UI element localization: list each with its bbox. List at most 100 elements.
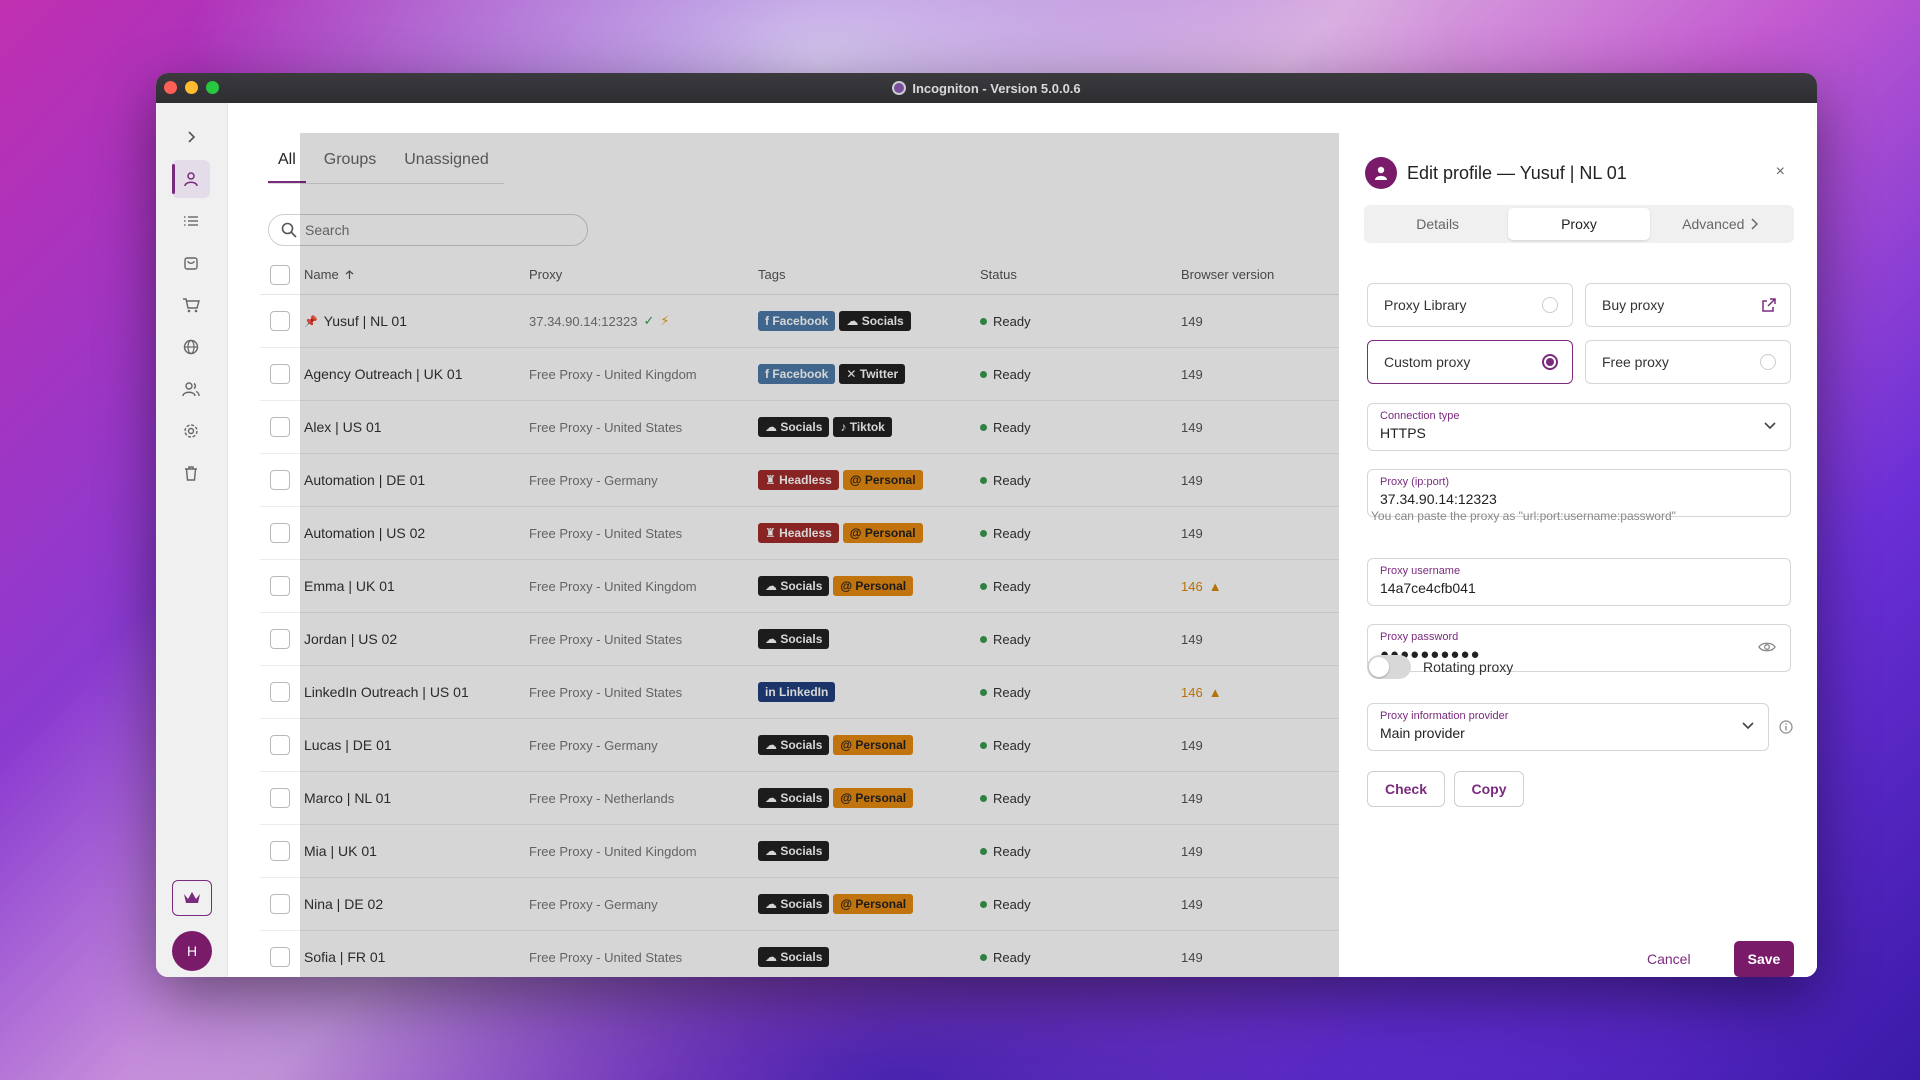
profile-proxy: Free Proxy - Germany bbox=[529, 737, 658, 753]
option-custom-proxy[interactable]: Custom proxy bbox=[1367, 340, 1573, 384]
row-checkbox[interactable] bbox=[270, 364, 290, 384]
search-input[interactable] bbox=[305, 222, 565, 238]
copy-button[interactable]: Copy bbox=[1454, 771, 1524, 807]
table-row[interactable]: Sofia | FR 01 Free Proxy - United States… bbox=[260, 931, 1360, 977]
warning-icon: ▲ bbox=[1208, 684, 1222, 700]
close-icon[interactable]: × bbox=[1776, 163, 1785, 181]
save-button[interactable]: Save bbox=[1734, 941, 1794, 977]
tag-badge: ♜ Headless bbox=[758, 523, 839, 543]
status-dot bbox=[980, 582, 987, 590]
table-row[interactable]: Emma | UK 01 Free Proxy - United Kingdom… bbox=[260, 560, 1360, 613]
tag-badge: ☁ Socials bbox=[758, 735, 830, 755]
row-checkbox[interactable] bbox=[270, 894, 290, 914]
profile-tags: ☁ Socials @ Personal bbox=[758, 788, 980, 808]
option-proxy-library[interactable]: Proxy Library bbox=[1367, 283, 1573, 327]
eye-icon[interactable] bbox=[1758, 641, 1776, 653]
browser-version: 149 bbox=[1181, 419, 1203, 435]
tag-label: Socials bbox=[780, 420, 823, 434]
tab-all[interactable]: All bbox=[268, 143, 306, 183]
users-icon[interactable] bbox=[172, 370, 210, 408]
table-row[interactable]: Lucas | DE 01 Free Proxy - Germany ☁ Soc… bbox=[260, 719, 1360, 772]
proxy-provider-select[interactable]: Proxy information provider Main provider bbox=[1367, 703, 1769, 751]
arrow-up-icon bbox=[345, 269, 354, 279]
title-bar: Incogniton - Version 5.0.0.6 bbox=[156, 73, 1817, 103]
tag-badge: f Facebook bbox=[758, 364, 836, 384]
tab-proxy[interactable]: Proxy bbox=[1508, 208, 1650, 240]
cart-icon[interactable] bbox=[172, 286, 210, 324]
app-logo-icon bbox=[892, 81, 907, 95]
bag-icon[interactable] bbox=[172, 244, 210, 282]
list-icon[interactable] bbox=[172, 202, 210, 240]
table-row[interactable]: Marco | NL 01 Free Proxy - Netherlands ☁… bbox=[260, 772, 1360, 825]
tag-label: Facebook bbox=[772, 367, 829, 381]
status-dot bbox=[980, 317, 987, 325]
tag-label: Personal bbox=[864, 526, 916, 540]
user-icon[interactable] bbox=[172, 160, 210, 198]
tab-groups[interactable]: Groups bbox=[314, 143, 386, 183]
connection-type-select[interactable]: Connection type HTTPS bbox=[1367, 403, 1791, 451]
row-checkbox[interactable] bbox=[270, 523, 290, 543]
tag-label: Socials bbox=[780, 897, 823, 911]
row-checkbox[interactable] bbox=[270, 735, 290, 755]
tag-icon: ☁ bbox=[765, 897, 781, 911]
column-name[interactable]: Name bbox=[304, 267, 529, 282]
table-row[interactable]: Nina | DE 02 Free Proxy - Germany ☁ Soci… bbox=[260, 878, 1360, 931]
user-icon bbox=[1375, 166, 1387, 180]
option-free-proxy[interactable]: Free proxy bbox=[1585, 340, 1791, 384]
rotating-proxy-toggle[interactable] bbox=[1367, 655, 1411, 679]
table-row[interactable]: Mia | UK 01 Free Proxy - United Kingdom … bbox=[260, 825, 1360, 878]
row-checkbox[interactable] bbox=[270, 682, 290, 702]
table-row[interactable]: LinkedIn Outreach | US 01 Free Proxy - U… bbox=[260, 666, 1360, 719]
radio-custom-proxy[interactable] bbox=[1542, 354, 1558, 370]
window-title: Incogniton - Version 5.0.0.6 bbox=[912, 80, 1081, 96]
row-checkbox[interactable] bbox=[270, 470, 290, 490]
close-window-button[interactable] bbox=[164, 81, 177, 94]
option-buy-proxy[interactable]: Buy proxy bbox=[1585, 283, 1791, 327]
table-row[interactable]: Agency Outreach | UK 01 Free Proxy - Uni… bbox=[260, 348, 1360, 401]
crown-upgrade-button[interactable] bbox=[172, 880, 212, 916]
column-tags[interactable]: Tags bbox=[758, 267, 980, 282]
cancel-button[interactable]: Cancel bbox=[1647, 951, 1691, 967]
tag-label: Socials bbox=[780, 950, 823, 964]
tab-details[interactable]: Details bbox=[1367, 208, 1508, 240]
radio-free-proxy[interactable] bbox=[1760, 354, 1776, 370]
proxy-ip-port-input[interactable] bbox=[1380, 491, 1720, 507]
zoom-window-button[interactable] bbox=[206, 81, 219, 94]
table-row[interactable]: Jordan | US 02 Free Proxy - United State… bbox=[260, 613, 1360, 666]
column-status[interactable]: Status bbox=[980, 267, 1181, 282]
row-checkbox[interactable] bbox=[270, 311, 290, 331]
radio-proxy-library[interactable] bbox=[1542, 297, 1558, 313]
profile-proxy: Free Proxy - Netherlands bbox=[529, 790, 675, 806]
browser-version: 149 bbox=[1181, 843, 1203, 859]
tab-advanced[interactable]: Advanced bbox=[1650, 208, 1791, 240]
proxy-username-input[interactable] bbox=[1380, 580, 1720, 596]
row-checkbox[interactable] bbox=[270, 576, 290, 596]
globe-icon[interactable] bbox=[172, 328, 210, 366]
row-checkbox[interactable] bbox=[270, 629, 290, 649]
row-checkbox[interactable] bbox=[270, 841, 290, 861]
trash-icon[interactable] bbox=[172, 454, 210, 492]
table-row[interactable]: Alex | US 01 Free Proxy - United States … bbox=[260, 401, 1360, 454]
select-all-checkbox[interactable] bbox=[270, 264, 290, 285]
table-row[interactable]: Automation | US 02 Free Proxy - United S… bbox=[260, 507, 1360, 560]
check-icon: ✓ bbox=[643, 313, 655, 328]
column-browser-version[interactable]: Browser version bbox=[1181, 267, 1331, 282]
status-text: Ready bbox=[993, 684, 1031, 700]
profile-name: Mia | UK 01 bbox=[304, 843, 377, 859]
table-row[interactable]: Automation | DE 01 Free Proxy - Germany … bbox=[260, 454, 1360, 507]
user-avatar[interactable]: H bbox=[172, 931, 212, 971]
row-checkbox[interactable] bbox=[270, 417, 290, 437]
row-checkbox[interactable] bbox=[270, 947, 290, 967]
tag-badge: @ Personal bbox=[842, 470, 923, 490]
check-button[interactable]: Check bbox=[1367, 771, 1445, 807]
profile-tags: ♜ Headless @ Personal bbox=[758, 523, 980, 543]
column-proxy[interactable]: Proxy bbox=[529, 267, 758, 282]
gear-icon[interactable] bbox=[172, 412, 210, 450]
chevron-right-icon[interactable] bbox=[172, 118, 210, 156]
row-checkbox[interactable] bbox=[270, 788, 290, 808]
table-row[interactable]: 📌 Yusuf | NL 01 37.34.90.14:12323 ✓ ⚡ f Fac… bbox=[260, 295, 1360, 348]
status-dot bbox=[980, 476, 987, 484]
info-icon[interactable] bbox=[1779, 720, 1793, 734]
tab-unassigned[interactable]: Unassigned bbox=[394, 143, 499, 183]
minimize-window-button[interactable] bbox=[185, 81, 198, 94]
